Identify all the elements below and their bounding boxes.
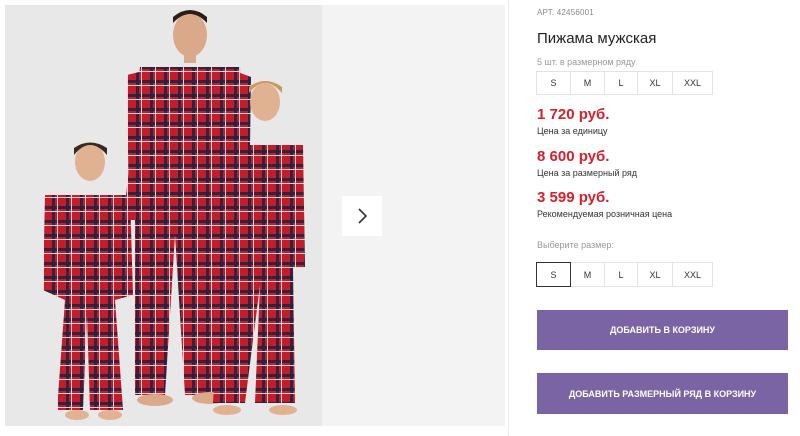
size-option-l[interactable]: L [604, 262, 638, 287]
product-photo[interactable] [5, 5, 322, 426]
add-pack-to-cart-button[interactable]: ДОБАВИТЬ РАЗМЕРНЫЙ РЯД В КОРЗИНУ [537, 373, 788, 414]
chevron-right-icon [358, 208, 368, 224]
size-option-xxl[interactable]: XXL [672, 262, 713, 287]
pack-size-cell: S [536, 71, 571, 95]
pack-price-caption: Цена за размерный ряд [537, 168, 638, 178]
pack-size-cell: XL [637, 71, 673, 95]
unit-price-caption: Цена за единицу [537, 126, 608, 136]
pack-size-cell: L [604, 71, 638, 95]
pack-size-label: 5 шт. в размерном ряду [537, 57, 636, 67]
size-option-xl[interactable]: XL [637, 262, 673, 287]
pack-price: 8 600 руб. [537, 148, 610, 165]
pack-size-cell: M [570, 71, 605, 95]
unit-price: 1 720 руб. [537, 106, 610, 123]
product-title: Пижама мужская [537, 30, 657, 47]
size-selector: S M L XL XXL [536, 262, 713, 287]
choose-size-label: Выберите размер: [537, 240, 614, 250]
product-gallery [5, 5, 505, 426]
pack-size-cell: XXL [672, 71, 713, 95]
retail-price-caption: Рекомендуемая розничная цена [537, 209, 673, 219]
article-number: АРТ. 42456001 [537, 8, 594, 17]
pack-sizes-row: S M L XL XXL [536, 71, 713, 95]
add-to-cart-button[interactable]: ДОБАВИТЬ В КОРЗИНУ [537, 310, 788, 350]
size-option-m[interactable]: M [570, 262, 605, 287]
retail-price: 3 599 руб. [537, 189, 610, 206]
next-image-button[interactable] [342, 196, 382, 236]
divider [508, 0, 509, 436]
size-option-s[interactable]: S [536, 262, 571, 287]
